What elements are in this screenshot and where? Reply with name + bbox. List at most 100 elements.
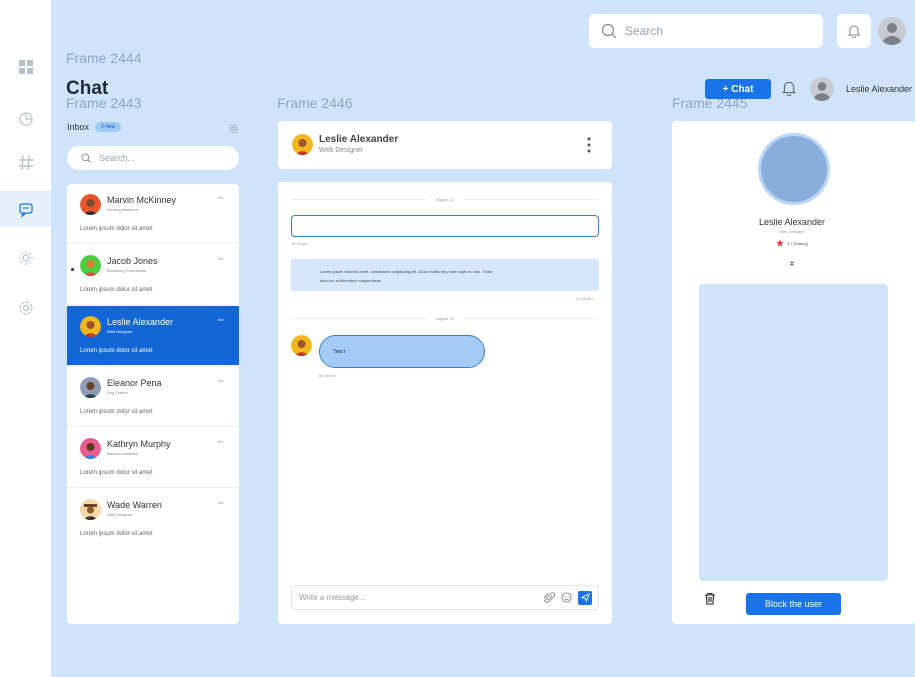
- message-time: 5m: [218, 195, 224, 200]
- contact-name: Eleanor Pena: [107, 378, 162, 388]
- inbox-label: Inbox: [67, 122, 90, 132]
- page-title: Chat: [66, 78, 109, 99]
- avatar: [80, 255, 101, 276]
- message-preview: Lorem ipsum dolor sit amet: [80, 531, 153, 537]
- message-composer[interactable]: Write a message...: [291, 585, 599, 610]
- conversation-role: Web Designer: [319, 147, 364, 154]
- star-icon: [776, 239, 784, 247]
- message-text: dolor eu at bibendum suspendisse.: [320, 278, 383, 283]
- message-preview: Lorem ipsum dolor sit amet: [80, 226, 153, 232]
- side-navigation: [0, 0, 51, 677]
- profile-role: Web Designer: [779, 229, 805, 234]
- contact-role: Web Designer: [107, 329, 133, 334]
- contact-search-input[interactable]: Search...: [67, 146, 239, 170]
- message-preview: Lorem ipsum dolor sit amet: [80, 470, 153, 476]
- list-item[interactable]: Jacob Jones Marketing Coordinator 5m Lor…: [67, 245, 239, 305]
- message-time: 5m: [218, 500, 224, 505]
- list-item[interactable]: Leslie Alexander Web Designer 5m Lorem i…: [67, 306, 239, 366]
- analytics-icon[interactable]: [0, 101, 51, 137]
- user-name: Leslie Alexander: [846, 84, 913, 94]
- contact-name: Marvin McKinney: [107, 195, 177, 205]
- contact-list: Marvin McKinney Nursing Assistant 5m Lor…: [67, 184, 239, 624]
- search-placeholder: Search...: [99, 153, 136, 163]
- paperclip-icon[interactable]: [544, 592, 555, 603]
- conversation-header: Leslie Alexander Web Designer: [278, 121, 612, 169]
- message-bubble: Lorem ipsum dolor sit amet, consectetur …: [291, 259, 599, 291]
- profile-avatar: [758, 133, 830, 205]
- profile-panel: Leslie Alexander Web Designer 4.7 (Ratin…: [672, 121, 915, 624]
- date-separator: August 21: [291, 195, 600, 203]
- message-panel: August 21 10:15 pm Lorem ipsum dolor sit…: [278, 182, 612, 624]
- sun-icon[interactable]: [0, 240, 51, 276]
- contact-role: Web Designer: [107, 512, 133, 517]
- contact-role: Dog Trainer: [107, 390, 128, 395]
- message-time: 10:15 pm: [291, 241, 308, 246]
- notifications-button[interactable]: [837, 14, 871, 48]
- inbox-header: Inbox 2 New: [67, 122, 122, 132]
- more-options-icon[interactable]: [587, 137, 591, 158]
- inbox-settings-icon[interactable]: [228, 121, 239, 139]
- contact-role: Marketing Coordinator: [107, 268, 147, 273]
- contact-name: Wade Warren: [107, 500, 162, 510]
- message-time: 12:15 pm: [576, 296, 593, 301]
- date-label: August 22: [436, 315, 455, 321]
- message-time: 06:00 pm: [319, 373, 336, 378]
- avatar: [80, 499, 101, 520]
- message-text: Lorem ipsum dolor sit amet, consectetur …: [320, 269, 493, 274]
- rating-text: 4.7 (Rating): [787, 240, 808, 246]
- date-separator: August 22: [291, 314, 600, 322]
- dashboard-icon[interactable]: [0, 49, 51, 85]
- list-item[interactable]: Wade Warren Web Designer 5m Lorem ipsum …: [67, 489, 239, 549]
- list-item[interactable]: Eleanor Pena Dog Trainer 5m Lorem ipsum …: [67, 367, 239, 427]
- avatar: [292, 134, 313, 155]
- send-icon: [580, 593, 590, 602]
- global-search-input[interactable]: Search: [589, 14, 823, 48]
- contact-name: Leslie Alexander: [107, 317, 174, 327]
- emoji-icon[interactable]: [561, 592, 572, 603]
- block-user-button[interactable]: Block the user: [746, 593, 841, 615]
- bell-icon: [847, 25, 861, 38]
- new-chat-button[interactable]: + Chat: [705, 79, 771, 99]
- hashtag-label: #: [790, 261, 794, 268]
- message-time: 5m: [218, 317, 224, 322]
- frame-label: Frame 2446: [277, 95, 353, 111]
- contact-role: Nursing Assistant: [107, 207, 138, 212]
- message-preview: Lorem ipsum dolor sit amet: [80, 409, 153, 415]
- bell-icon[interactable]: [781, 80, 797, 101]
- contact-name: Jacob Jones: [107, 256, 158, 266]
- avatar: [80, 316, 101, 337]
- profile-rating: 4.7 (Rating): [672, 239, 912, 247]
- profile-name: Leslie Alexander: [758, 217, 826, 227]
- list-item[interactable]: Kathryn Murphy Medical Assistant 5m Lore…: [67, 428, 239, 488]
- list-item[interactable]: Marvin McKinney Nursing Assistant 5m Lor…: [67, 184, 239, 244]
- unread-dot: [71, 268, 74, 271]
- frame-label: Frame 2444: [66, 50, 142, 66]
- settings-icon[interactable]: [0, 290, 51, 326]
- message-text: Текст: [333, 348, 346, 355]
- avatar: [80, 377, 101, 398]
- message-box: [291, 215, 599, 237]
- search-icon: [601, 23, 617, 39]
- message-preview: Lorem ipsum dolor sit amet: [80, 287, 153, 293]
- message-bubble: Текст: [319, 335, 485, 368]
- search-placeholder: Search: [625, 24, 664, 38]
- composer-placeholder: Write a message...: [299, 593, 366, 602]
- avatar: [80, 438, 101, 459]
- message-time: 5m: [218, 378, 224, 383]
- avatar: [80, 194, 101, 215]
- avatar[interactable]: [878, 17, 906, 45]
- avatar[interactable]: [810, 77, 834, 101]
- conversation-name: Leslie Alexander: [319, 134, 399, 145]
- search-icon: [81, 153, 91, 163]
- date-label: August 21: [436, 196, 455, 202]
- message-time: 5m: [218, 256, 224, 261]
- chat-icon[interactable]: [0, 191, 51, 227]
- message-time: 5m: [218, 439, 224, 444]
- trash-icon[interactable]: [704, 592, 716, 610]
- new-count-badge: 2 New: [95, 122, 122, 132]
- hashtag-icon[interactable]: [0, 145, 51, 181]
- contact-role: Medical Assistant: [107, 451, 138, 456]
- contact-name: Kathryn Murphy: [107, 439, 171, 449]
- send-button[interactable]: [578, 590, 592, 605]
- profile-content-area: [699, 284, 888, 581]
